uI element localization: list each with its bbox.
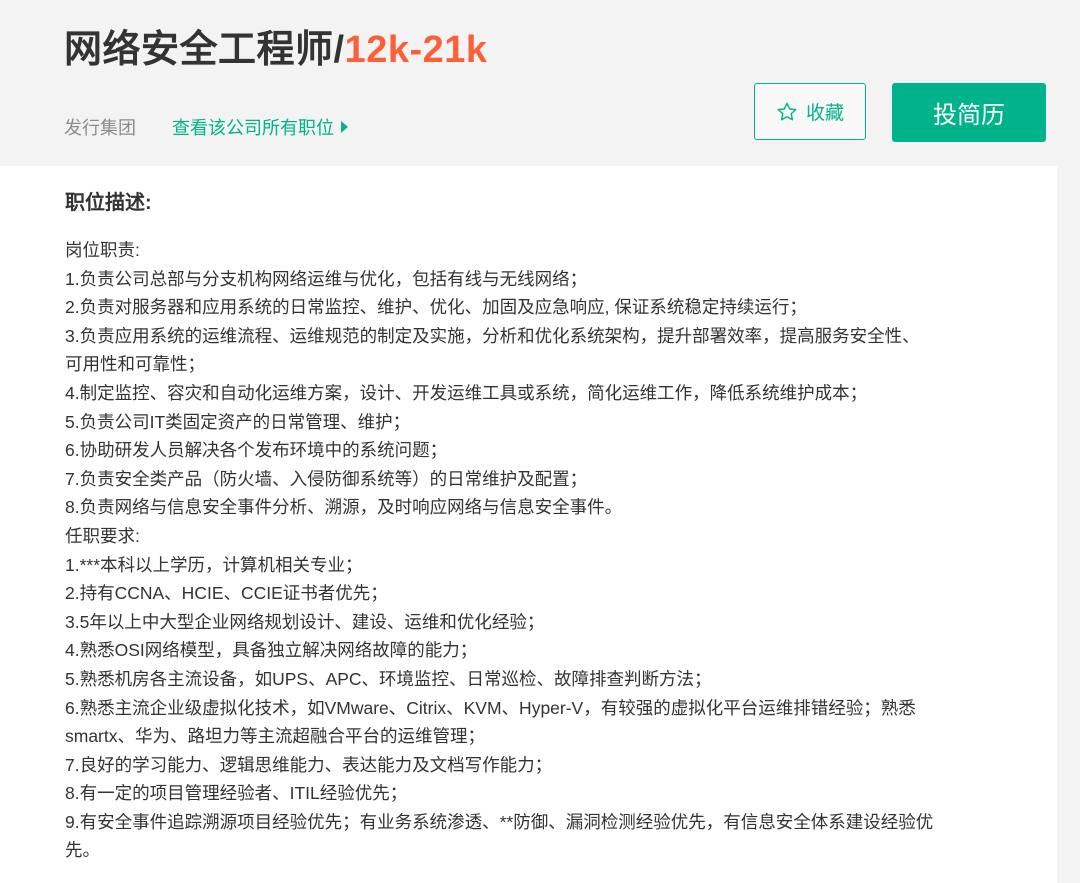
- description-line: 1.负责公司总部与分支机构网络运维与优化，包括有线与无线网络；: [65, 268, 588, 289]
- description-line: 任职要求:: [65, 525, 140, 546]
- description-line: 3.5年以上中大型企业网络规划设计、建设、运维和优化经验；: [65, 611, 545, 632]
- view-all-jobs-link[interactable]: 查看该公司所有职位: [172, 114, 348, 140]
- description-line: 4.制定监控、容灾和自动化运维方案，设计、开发运维工具或系统，简化运维工作，降低…: [65, 382, 868, 403]
- description-line: 5.熟悉机房各主流设备，如UPS、APC、环境监控、日常巡检、故障排查判断方法；: [65, 668, 712, 689]
- description-line: 6.熟悉主流企业级虚拟化技术，如VMware、Citrix、KVM、Hyper-…: [65, 697, 916, 718]
- description-line: 2.负责对服务器和应用系统的日常监控、维护、优化、加固及应急响应, 保证系统稳定…: [65, 297, 807, 318]
- favorite-label: 收藏: [805, 103, 844, 124]
- description-line: 7.良好的学习能力、逻辑思维能力、表达能力及文档写作能力；: [65, 754, 553, 775]
- description-line: 先。: [65, 840, 100, 861]
- caret-right-icon: [341, 121, 348, 133]
- description-line: 5.负责公司IT类固定资产的日常管理、维护；: [65, 411, 411, 432]
- job-title-text: 网络安全工程师/: [64, 29, 345, 71]
- description-line: 8.负责网络与信息安全事件分析、溯源，及时响应网络与信息安全事件。: [65, 497, 623, 518]
- apply-label: 投简历: [933, 102, 1005, 129]
- job-header: 网络安全工程师/12k-21k 发行集团 查看该公司所有职位 收藏 投简历: [0, 0, 1080, 166]
- description-line: 9.有安全事件追踪溯源项目经验优先；有业务系统渗透、**防御、漏洞检测经验优先，…: [65, 811, 934, 832]
- description-body: 岗位职责: 1.负责公司总部与分支机构网络运维与优化，包括有线与无线网络； 2.…: [65, 236, 1015, 865]
- description-line: 7.负责安全类产品（防火墙、入侵防御系统等）的日常维护及配置；: [65, 468, 588, 489]
- apply-button[interactable]: 投简历: [892, 83, 1046, 142]
- company-name: 发行集团: [64, 118, 136, 138]
- section-heading: 职位描述:: [65, 192, 152, 214]
- description-line: 2.持有CCNA、HCIE、CCIE证书者优先；: [65, 583, 388, 604]
- salary-range: 12k-21k: [344, 29, 488, 71]
- star-outline-icon: [777, 102, 797, 121]
- view-all-jobs-label: 查看该公司所有职位: [172, 118, 334, 138]
- description-line: 1.***本科以上学历，计算机相关专业；: [65, 554, 363, 575]
- job-title: 网络安全工程师/12k-21k: [64, 18, 488, 73]
- description-line: 8.有一定的项目管理经验者、ITIL经验优先；: [65, 783, 408, 804]
- description-line: 4.熟悉OSI网络模型，具备独立解决网络故障的能力；: [65, 640, 478, 661]
- description-line: 6.协助研发人员解决各个发布环境中的系统问题；: [65, 440, 448, 461]
- description-line: 3.负责应用系统的运维流程、运维规范的制定及实施，分析和优化系统架构，提升部署效…: [65, 325, 920, 346]
- description-line: 可用性和可靠性；: [65, 354, 205, 375]
- favorite-button[interactable]: 收藏: [754, 83, 866, 140]
- description-line: 岗位职责:: [65, 240, 140, 260]
- description-line: smartx、华为、路坦力等主流超融合平台的运维管理；: [65, 726, 485, 747]
- job-description-panel: 职位描述: 岗位职责: 1.负责公司总部与分支机构网络运维与优化，包括有线与无线…: [0, 166, 1057, 883]
